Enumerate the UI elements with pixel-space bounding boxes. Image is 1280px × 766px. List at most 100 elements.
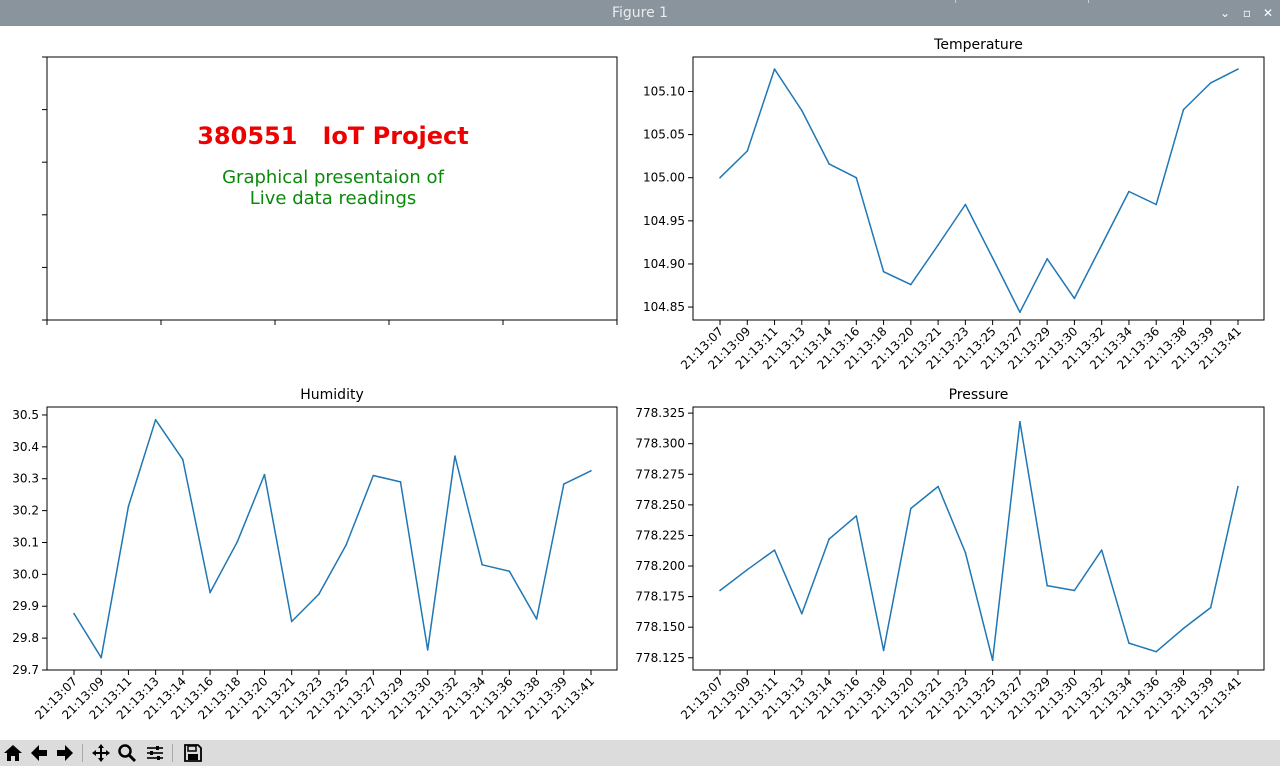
data-point xyxy=(800,612,803,615)
home-button[interactable] xyxy=(2,742,24,764)
banner-subtitle-line1: Graphical presentaion of xyxy=(222,167,444,188)
y-tick-label: 778.225 xyxy=(635,528,685,542)
pan-button[interactable] xyxy=(90,742,112,764)
temperature-chart: Temperature 104.85 104.90 104.95 105.00 105.0… xyxy=(643,37,1265,372)
data-point xyxy=(719,176,721,179)
data-point xyxy=(236,541,239,543)
data-point xyxy=(1128,642,1130,644)
data-point xyxy=(1237,68,1239,70)
y-tick-label: 29.8 xyxy=(12,631,39,645)
y-tick-label: 30.1 xyxy=(12,535,39,549)
data-point xyxy=(1209,606,1212,609)
data-point xyxy=(719,589,721,592)
humidity-chart: Humidity 29.7 29.8 29.9 30.0 30.1 30.2 30.3 30.4… xyxy=(12,387,618,722)
y-tick-label: 778.150 xyxy=(635,620,685,634)
toolbar-separator xyxy=(82,744,83,762)
save-button[interactable] xyxy=(182,742,204,764)
y-tick-label: 30.5 xyxy=(12,408,39,422)
banner-subtitle-line2: Live data readings xyxy=(250,188,417,209)
y-tick-label: 105.10 xyxy=(643,84,685,98)
data-point xyxy=(1155,650,1158,653)
data-point xyxy=(508,570,511,572)
data-point xyxy=(964,551,967,554)
data-point xyxy=(182,458,184,461)
data-point xyxy=(1182,627,1185,630)
y-tick-label: 30.2 xyxy=(12,504,39,518)
y-tick-label: 105.05 xyxy=(643,128,685,142)
y-tick-label: 104.95 xyxy=(643,214,685,228)
data-point xyxy=(910,283,912,286)
data-point xyxy=(1046,257,1048,260)
data-point xyxy=(828,163,830,165)
zoom-button[interactable] xyxy=(116,742,138,764)
data-point xyxy=(481,564,483,566)
chart-title: Temperature xyxy=(933,37,1023,53)
figure-svg: 380551 IoT Project Graphical presentaion… xyxy=(12,37,1265,722)
data-point xyxy=(399,481,402,483)
data-point xyxy=(372,474,375,477)
data-point xyxy=(1019,311,1021,314)
chart-title: Pressure xyxy=(949,387,1009,403)
data-point xyxy=(991,257,994,259)
titlebar-divider xyxy=(1088,0,1089,3)
data-point xyxy=(154,418,157,421)
back-button[interactable] xyxy=(28,742,50,764)
y-tick-label: 778.300 xyxy=(635,437,685,451)
data-point xyxy=(937,244,939,246)
data-point xyxy=(318,593,320,595)
y-tick-label: 778.250 xyxy=(635,498,685,512)
axes-frame xyxy=(46,406,618,671)
y-tick-label: 778.175 xyxy=(635,590,685,604)
navigation-toolbar xyxy=(0,740,1280,766)
chart-title: Humidity xyxy=(300,387,363,403)
axes-frame xyxy=(692,406,1265,671)
banner-title: 380551 IoT Project xyxy=(197,122,469,150)
data-point xyxy=(1046,584,1048,587)
y-tick-label: 104.85 xyxy=(643,300,685,314)
y-tick-label: 105.00 xyxy=(643,171,685,185)
arrow-right-icon xyxy=(57,745,73,761)
axes-frame xyxy=(692,56,1265,321)
data-point xyxy=(1073,589,1076,592)
sliders-icon xyxy=(147,746,163,760)
y-tick-label: 30.0 xyxy=(12,567,39,581)
series-line xyxy=(73,419,592,659)
banner-axes: 380551 IoT Project Graphical presentaion… xyxy=(42,56,618,325)
data-point xyxy=(290,620,293,623)
data-point xyxy=(263,473,266,476)
data-point xyxy=(345,544,347,546)
y-tick-label: 778.325 xyxy=(635,406,685,420)
minimize-icon[interactable]: ⌄ xyxy=(1215,0,1235,26)
data-point xyxy=(1073,297,1076,300)
data-point xyxy=(991,659,994,662)
data-point xyxy=(562,483,565,485)
window-title: Figure 1 xyxy=(611,5,669,21)
data-point xyxy=(209,591,211,594)
arrow-left-icon xyxy=(31,745,47,761)
data-point xyxy=(1019,420,1021,423)
maximize-icon[interactable]: ▫ xyxy=(1237,0,1257,26)
y-tick-label: 778.200 xyxy=(635,559,685,573)
y-tick-label: 30.4 xyxy=(12,440,39,454)
data-point xyxy=(590,469,592,472)
data-point xyxy=(828,538,830,540)
y-tick-label: 29.7 xyxy=(12,663,39,677)
data-point xyxy=(454,455,456,457)
close-icon[interactable]: ✕ xyxy=(1258,0,1278,26)
data-point xyxy=(910,507,912,510)
configure-subplots-button[interactable] xyxy=(144,742,166,764)
data-point xyxy=(882,649,885,652)
data-point xyxy=(937,485,939,488)
data-point xyxy=(1100,549,1103,551)
data-point xyxy=(1128,190,1130,193)
y-tick-label: 104.90 xyxy=(643,257,685,271)
y-tick-label: 30.3 xyxy=(12,472,39,486)
data-point xyxy=(746,568,749,571)
data-point xyxy=(773,549,776,551)
forward-button[interactable] xyxy=(54,742,76,764)
data-point xyxy=(746,150,749,152)
series-line xyxy=(719,68,1239,313)
magnifier-icon xyxy=(118,744,137,763)
data-point xyxy=(855,176,858,179)
y-tick-label: 778.125 xyxy=(635,651,685,665)
